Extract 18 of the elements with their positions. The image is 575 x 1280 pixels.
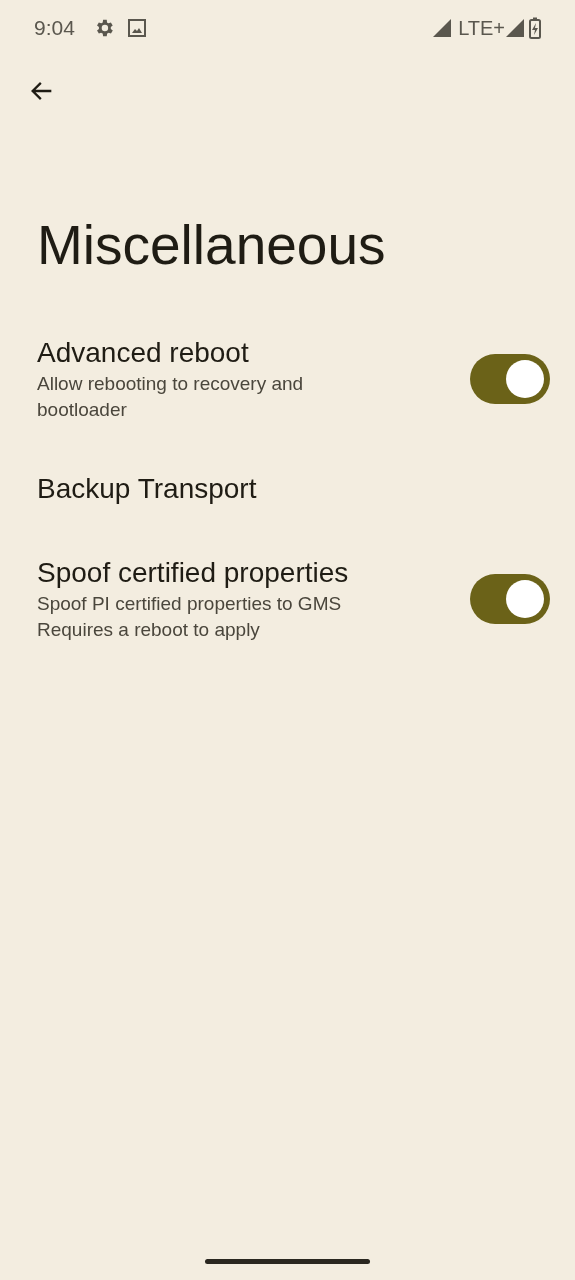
settings-item[interactable]: Advanced reboot Allow rebooting to recovery and bootloader	[0, 317, 575, 441]
setting-title: Advanced reboot	[37, 336, 250, 370]
setting-summary: Requires a reboot to apply	[37, 618, 261, 642]
settings-item[interactable]: Backup Transport	[0, 441, 575, 537]
signal-icon	[432, 17, 453, 38]
image-icon	[126, 17, 147, 38]
toggle-switch[interactable]	[470, 354, 550, 404]
status-time: 9:04	[34, 14, 75, 41]
settings-item[interactable]: Spoof certified properties Spoof PI certified properties to GMS Requires a reboot to apply	[0, 537, 575, 661]
setting-summary: Spoof PI certified properties to GMS	[37, 592, 343, 616]
setting-summary: Allow rebooting to recovery and bootloader	[37, 372, 305, 422]
page-title: Miscellaneous	[37, 213, 387, 277]
battery-charging-icon	[529, 16, 541, 39]
setting-title: Backup Transport	[37, 472, 258, 506]
network-type: LTE+	[458, 15, 505, 41]
signal-icon	[505, 17, 525, 38]
toggle-switch[interactable]	[470, 574, 550, 624]
setting-title: Spoof certified properties	[37, 556, 350, 590]
